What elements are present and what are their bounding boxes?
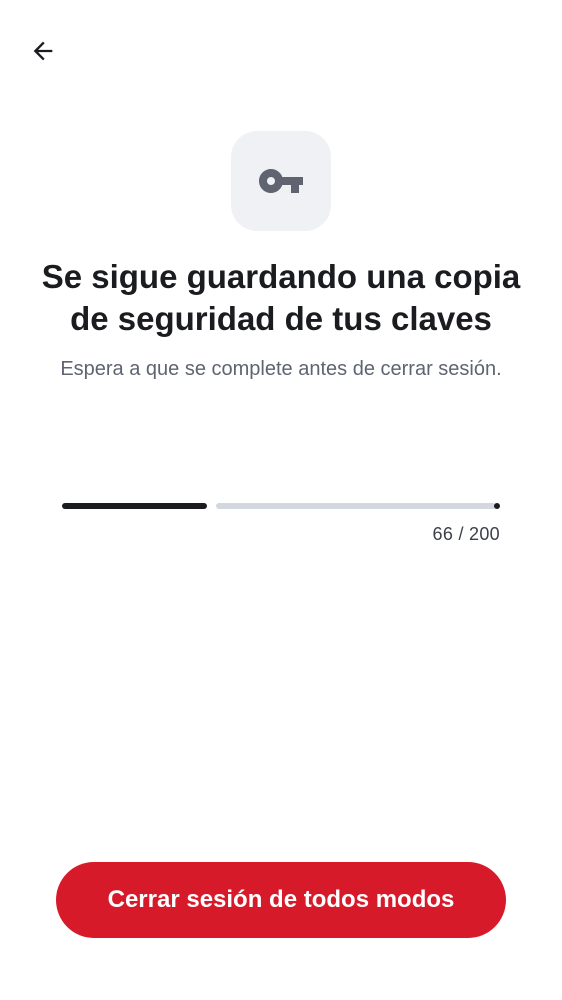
key-badge <box>231 131 331 231</box>
key-icon <box>259 169 303 193</box>
arrow-left-icon <box>33 41 53 61</box>
progress-track <box>216 503 496 509</box>
back-button[interactable] <box>20 28 66 74</box>
progress-end-dot <box>494 503 500 509</box>
signout-anyway-button[interactable]: Cerrar sesión de todos modos <box>56 862 506 938</box>
page-subtitle: Espera a que se complete antes de cerrar… <box>60 358 502 380</box>
backup-in-progress-screen: Se sigue guardando una copia de segurida… <box>0 0 562 1000</box>
page-title: Se sigue guardando una copia de segurida… <box>41 258 521 337</box>
backup-progress-bar <box>62 503 500 509</box>
progress-count: 66 / 200 <box>432 524 500 544</box>
progress-fill <box>62 503 207 509</box>
